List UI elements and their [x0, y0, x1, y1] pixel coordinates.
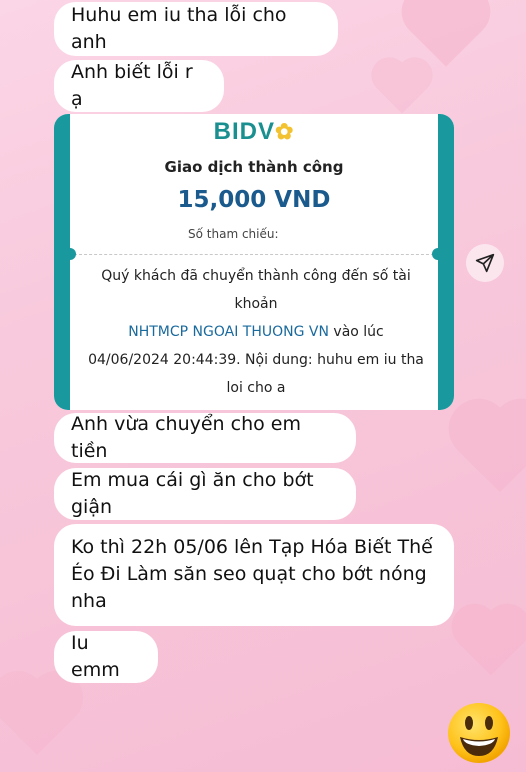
background-heart: [0, 678, 76, 756]
message-text: Huhu em iu tha lỗi cho anh: [71, 4, 287, 53]
message-bubble[interactable]: Iu emm: [54, 631, 158, 683]
share-button[interactable]: [466, 244, 504, 282]
bank-logo: BIDV✿: [70, 118, 438, 146]
details-line: Quý khách đã chuyển thành công đến số tà…: [101, 268, 411, 312]
message-text: Anh biết lỗi r ạ: [71, 61, 193, 110]
divider-notch-right: [432, 248, 444, 260]
message-bubble[interactable]: Anh vừa chuyển cho em tiền: [54, 413, 356, 463]
message-text: Ko thì 22h 05/06 lên Tạp Hóa Biết Thế Éo…: [71, 536, 433, 612]
bank-logo-text: BIDV: [213, 118, 275, 145]
receipt-right-stripe: [438, 114, 454, 410]
emoji-eye-left: [465, 716, 473, 730]
dashed-divider: [74, 254, 434, 255]
background-heart: [376, 62, 428, 114]
receipt-left-stripe: [54, 114, 70, 410]
transaction-amount: 15,000 VND: [177, 187, 331, 213]
message-text: Anh vừa chuyển cho em tiền: [71, 413, 301, 462]
message-bubble[interactable]: Em mua cái gì ăn cho bớt giận: [54, 468, 356, 520]
transaction-status: Giao dịch thành công: [164, 158, 344, 176]
background-heart: [457, 407, 526, 493]
receipt-card: BIDV✿ Giao dịch thành công 15,000 VND Số…: [64, 114, 444, 410]
flower-icon: ✿: [274, 119, 295, 144]
message-bubble[interactable]: Anh biết lỗi r ạ: [54, 60, 224, 112]
background-heart: [458, 610, 524, 676]
transaction-details: Quý khách đã chuyển thành công đến số tà…: [88, 262, 424, 402]
recipient-bank: NHTMCP NGOAI THUONG VN: [128, 324, 329, 340]
reference-label: Số tham chiếu:: [188, 227, 279, 241]
send-arrow-icon: [475, 253, 495, 273]
message-text: Em mua cái gì ăn cho bớt giận: [71, 469, 314, 518]
message-text: Iu emm: [71, 632, 120, 681]
smiling-face-emoji[interactable]: [446, 701, 512, 765]
message-bubble[interactable]: Ko thì 22h 05/06 lên Tạp Hóa Biết Thế Éo…: [54, 524, 454, 626]
message-bubble[interactable]: Huhu em iu tha lỗi cho anh: [54, 2, 338, 56]
emoji-eye-right: [485, 716, 493, 730]
divider-notch-left: [64, 248, 76, 260]
background-heart: [409, 0, 483, 67]
transfer-receipt-image[interactable]: BIDV✿ Giao dịch thành công 15,000 VND Số…: [54, 114, 454, 410]
